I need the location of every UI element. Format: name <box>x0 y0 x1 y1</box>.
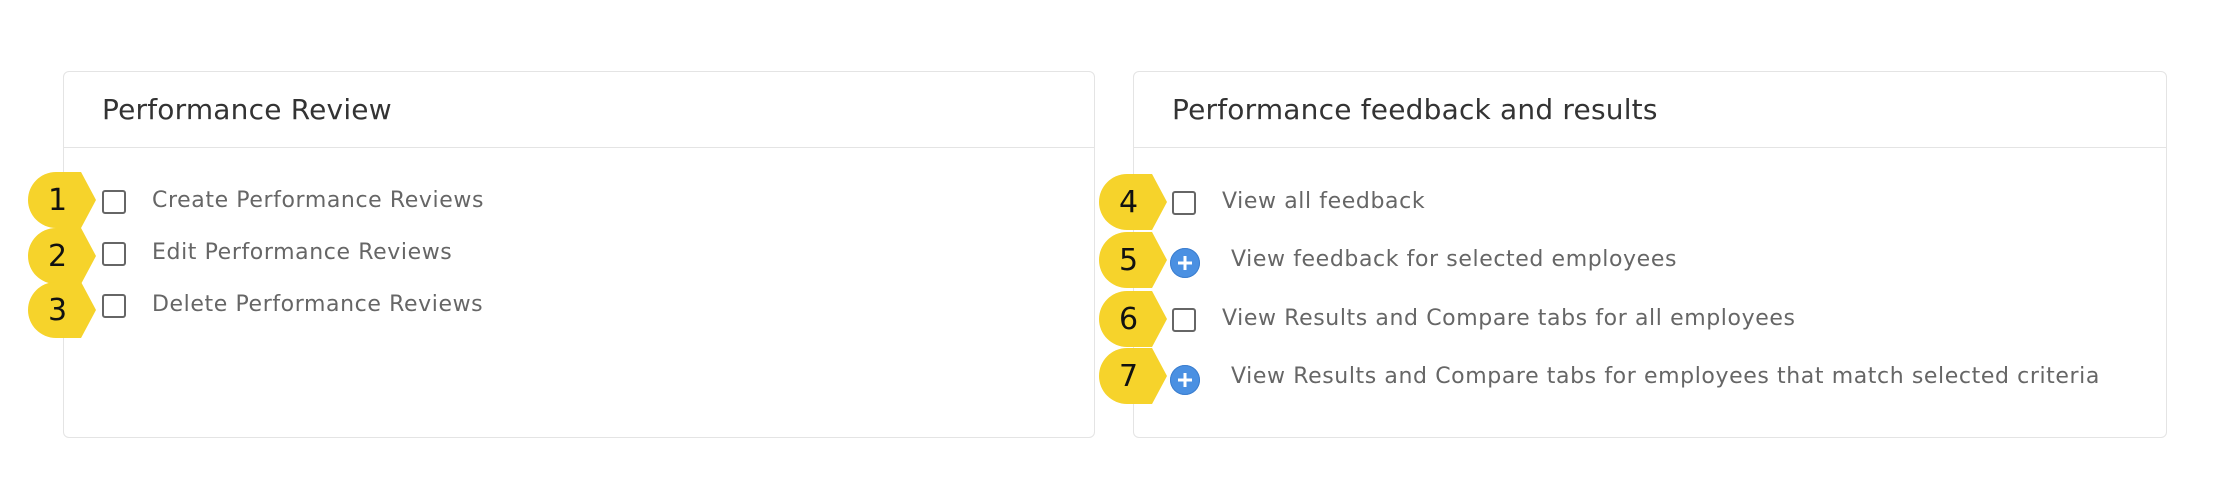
checkbox[interactable] <box>1172 308 1196 332</box>
checkbox[interactable] <box>1172 191 1196 215</box>
permission-row-view-selected-feedback: View feedback for selected employees <box>1134 241 2166 281</box>
permission-label: Create Performance Reviews <box>152 188 485 213</box>
checkbox[interactable] <box>102 190 126 214</box>
step-number: 2 <box>48 238 68 274</box>
permission-row-edit: Edit Performance Reviews <box>64 234 1094 274</box>
permission-label: View all feedback <box>1222 189 1426 214</box>
step-number: 6 <box>1119 301 1139 337</box>
performance-feedback-card: Performance feedback and results View al… <box>1133 71 2167 438</box>
step-number: 4 <box>1119 184 1139 220</box>
step-number: 7 <box>1119 358 1139 394</box>
permission-row-view-all-feedback: View all feedback <box>1134 183 2166 223</box>
permission-label: Delete Performance Reviews <box>152 292 484 317</box>
permission-label: View feedback for selected employees <box>1231 247 1678 272</box>
permission-label: Edit Performance Reviews <box>152 240 453 265</box>
permission-row-view-results-all: View Results and Compare tabs for all em… <box>1134 300 2166 340</box>
permission-label: View Results and Compare tabs for employ… <box>1231 364 2100 389</box>
step-number: 3 <box>48 292 68 328</box>
permission-row-create: Create Performance Reviews <box>64 182 1094 222</box>
permission-row-delete: Delete Performance Reviews <box>64 286 1094 326</box>
card-title: Performance feedback and results <box>1172 93 1658 126</box>
step-number: 1 <box>48 182 68 218</box>
performance-review-card: Performance Review Create Performance Re… <box>63 71 1095 438</box>
permission-label: View Results and Compare tabs for all em… <box>1222 306 1796 331</box>
checkbox[interactable] <box>102 294 126 318</box>
checkbox[interactable] <box>102 242 126 266</box>
plus-circle-icon[interactable] <box>1170 365 1200 395</box>
plus-circle-icon[interactable] <box>1170 248 1200 278</box>
card-title: Performance Review <box>102 93 392 126</box>
permission-row-view-results-criteria: View Results and Compare tabs for employ… <box>1134 358 2166 398</box>
step-number: 5 <box>1119 242 1139 278</box>
card-header: Performance Review <box>64 72 1094 148</box>
card-header: Performance feedback and results <box>1134 72 2166 148</box>
